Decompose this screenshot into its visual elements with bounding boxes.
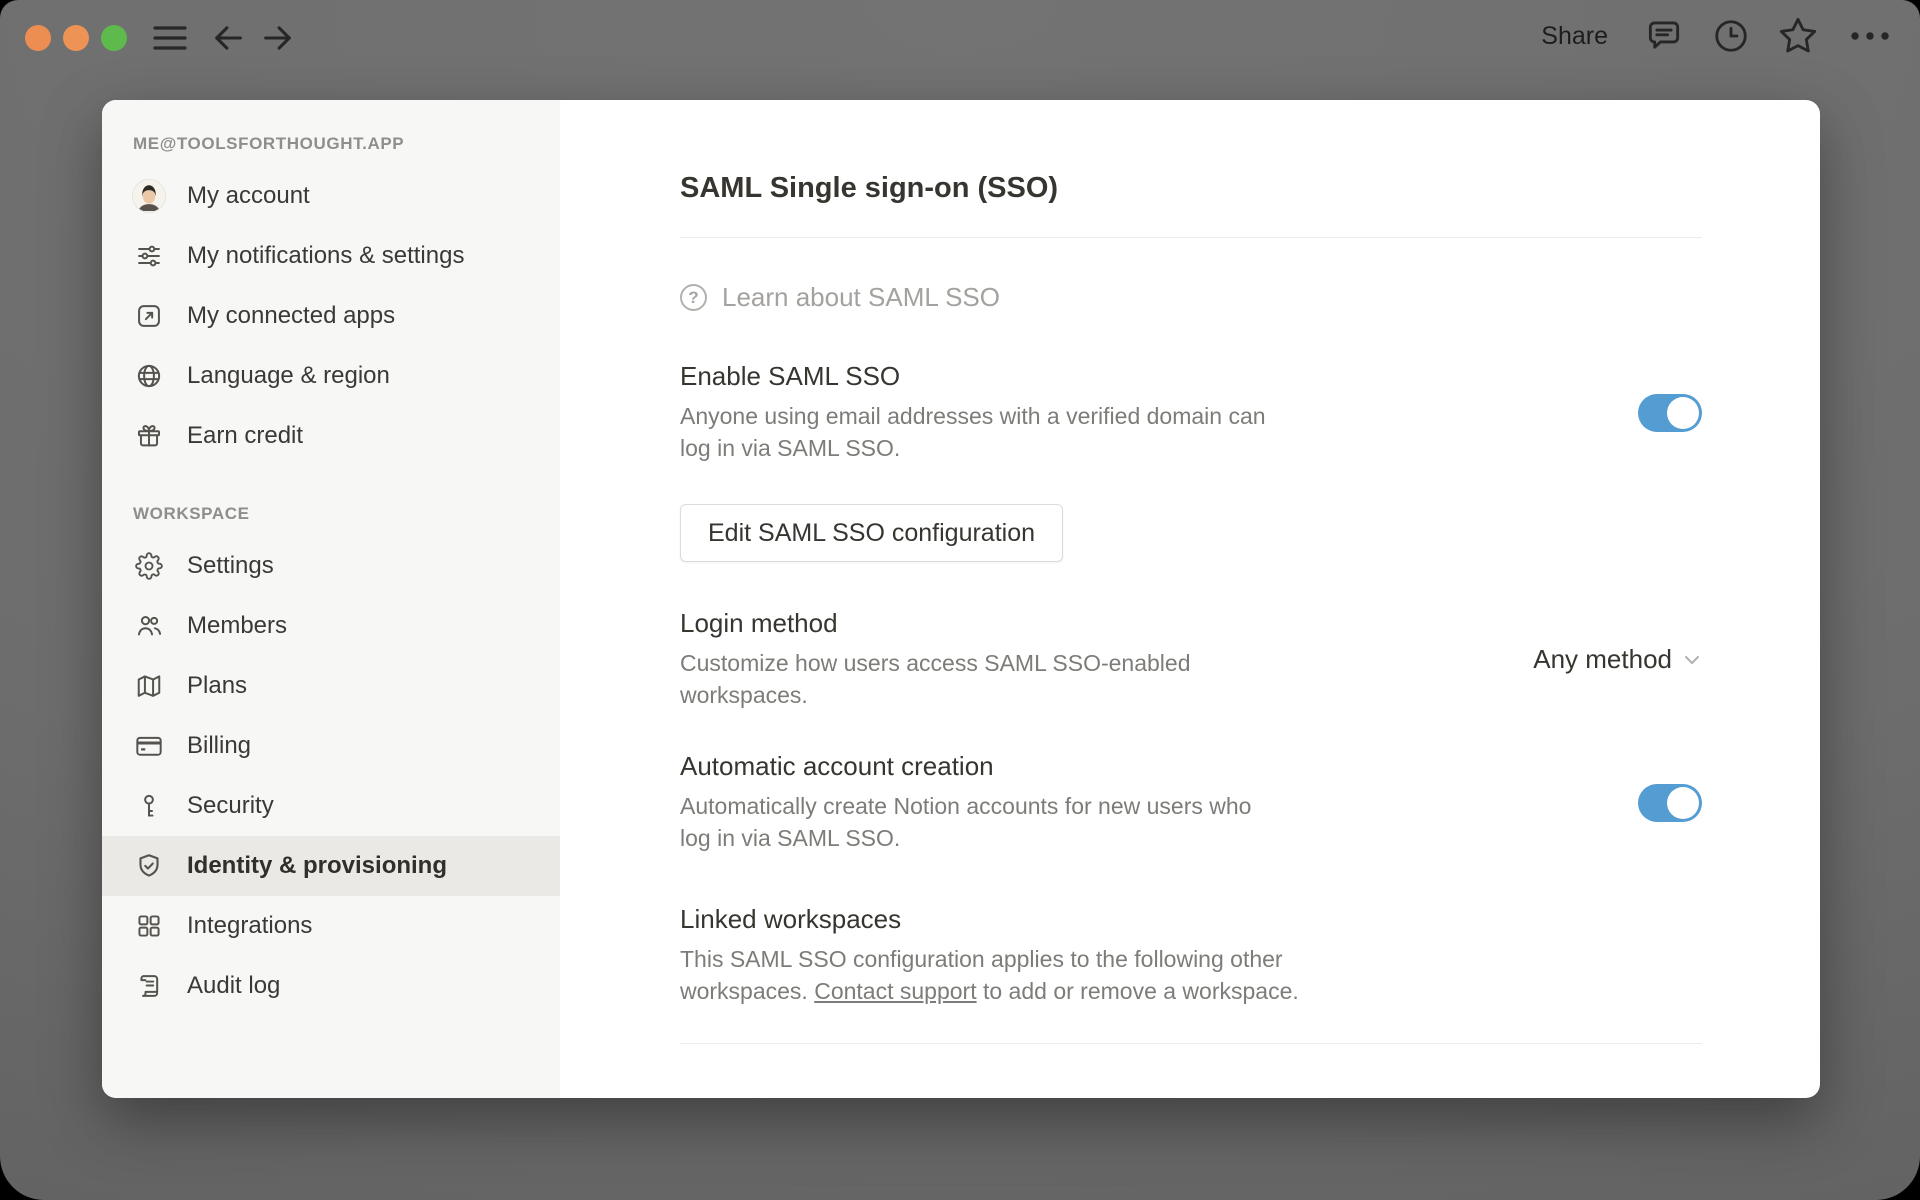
sidebar-item-label: My account xyxy=(187,182,310,209)
credit-card-icon xyxy=(133,730,165,762)
sidebar-item-label: My notifications & settings xyxy=(187,242,465,269)
sliders-icon xyxy=(133,240,165,272)
comment-icon[interactable] xyxy=(1644,17,1684,55)
toggle-knob xyxy=(1667,396,1699,429)
sidebar-item-label: Earn credit xyxy=(187,422,304,449)
contact-support-link[interactable]: Contact support xyxy=(814,978,976,1004)
sidebar-item-audit-log[interactable]: Audit log xyxy=(102,956,560,1016)
enable-saml-description: Anyone using email addresses with a veri… xyxy=(680,403,1266,461)
sidebar-item-label: Plans xyxy=(187,672,248,699)
login-method-section: Login method Customize how users access … xyxy=(680,608,1702,711)
sidebar-item-billing[interactable]: Billing xyxy=(102,716,560,776)
key-icon xyxy=(133,790,165,822)
shield-check-icon xyxy=(133,850,165,882)
audit-log-icon xyxy=(133,970,165,1002)
sidebar-item-language-region[interactable]: Language & region xyxy=(102,346,560,406)
zoom-window-button[interactable] xyxy=(101,25,127,51)
auto-account-toggle[interactable] xyxy=(1638,783,1702,822)
hamburger-menu-icon[interactable] xyxy=(153,24,187,52)
sidebar-item-label: My connected apps xyxy=(187,302,396,329)
settings-sidebar: ME@TOOLSFORTHOUGHT.APP My account My not… xyxy=(102,100,560,1098)
window-toolbar-right: Share xyxy=(1541,16,1894,56)
traffic-lights xyxy=(25,25,127,51)
sidebar-item-earn-credit[interactable]: Earn credit xyxy=(102,406,560,466)
chevron-down-icon xyxy=(1682,653,1702,667)
linked-workspaces-description: This SAML SSO configuration applies to t… xyxy=(680,943,1300,1007)
sidebar-item-identity-provisioning[interactable]: Identity & provisioning xyxy=(102,836,560,896)
user-avatar xyxy=(133,180,165,212)
sidebar-item-label: Members xyxy=(187,612,288,639)
description-after-link: to add or remove a workspace. xyxy=(976,978,1299,1004)
sidebar-item-members[interactable]: Members xyxy=(102,596,560,656)
help-circle-icon: ? xyxy=(680,284,707,311)
sidebar-item-notifications-settings[interactable]: My notifications & settings xyxy=(102,226,560,286)
login-method-dropdown[interactable]: Any method xyxy=(1533,644,1702,675)
sidebar-item-label: Audit log xyxy=(187,972,281,999)
learn-link-label: Learn about SAML SSO xyxy=(722,282,1000,312)
star-icon[interactable] xyxy=(1778,16,1818,56)
sidebar-item-plans[interactable]: Plans xyxy=(102,656,560,716)
settings-modal: ME@TOOLSFORTHOUGHT.APP My account My not… xyxy=(102,100,1820,1098)
auto-account-heading: Automatic account creation xyxy=(680,751,994,781)
gear-icon xyxy=(133,550,165,582)
bottom-divider xyxy=(680,1043,1702,1044)
linked-workspaces-heading: Linked workspaces xyxy=(680,904,902,934)
sidebar-item-label: Settings xyxy=(187,552,274,579)
page-title: SAML Single sign-on (SSO) xyxy=(680,172,1059,204)
sidebar-item-my-account[interactable]: My account xyxy=(102,166,560,226)
login-method-heading: Login method xyxy=(680,608,838,638)
sidebar-item-connected-apps[interactable]: My connected apps xyxy=(102,286,560,346)
toggle-knob xyxy=(1667,786,1699,819)
sidebar-item-security[interactable]: Security xyxy=(102,776,560,836)
arrow-up-right-box-icon xyxy=(133,300,165,332)
enable-saml-section: Enable SAML SSO Anyone using email addre… xyxy=(680,361,1702,464)
minimize-window-button[interactable] xyxy=(63,25,89,51)
members-icon xyxy=(133,610,165,642)
sidebar-item-label: Security xyxy=(187,792,274,819)
macos-window: Share ME@TOOLSFORTHOUGHT.APP My account … xyxy=(0,0,1920,1200)
login-method-description: Customize how users access SAML SSO-enab… xyxy=(680,650,1191,708)
learn-about-saml-link[interactable]: ? Learn about SAML SSO xyxy=(680,282,1702,313)
workspace-section-title: WORKSPACE xyxy=(133,504,250,523)
linked-workspaces-section: Linked workspaces This SAML SSO configur… xyxy=(680,904,1702,1007)
sidebar-item-label: Identity & provisioning xyxy=(187,852,448,879)
grid-icon xyxy=(133,910,165,942)
title-divider xyxy=(680,237,1702,238)
edit-saml-config-button[interactable]: Edit SAML SSO configuration xyxy=(680,504,1064,562)
globe-icon xyxy=(133,360,165,392)
sidebar-item-label: Billing xyxy=(187,732,252,759)
enable-saml-heading: Enable SAML SSO xyxy=(680,361,901,391)
map-icon xyxy=(133,670,165,702)
ellipsis-icon[interactable] xyxy=(1846,17,1894,55)
gift-icon xyxy=(133,420,165,452)
clock-icon[interactable] xyxy=(1712,17,1750,55)
auto-account-description: Automatically create Notion accounts for… xyxy=(680,793,1252,851)
sidebar-item-label: Language & region xyxy=(187,362,390,389)
sidebar-item-integrations[interactable]: Integrations xyxy=(102,896,560,956)
back-arrow-icon[interactable] xyxy=(210,20,246,56)
sidebar-item-settings[interactable]: Settings xyxy=(102,536,560,596)
account-section-title: ME@TOOLSFORTHOUGHT.APP xyxy=(133,134,405,153)
auto-account-section: Automatic account creation Automatically… xyxy=(680,751,1702,854)
forward-arrow-icon[interactable] xyxy=(260,20,296,56)
enable-saml-toggle[interactable] xyxy=(1638,393,1702,432)
login-method-value: Any method xyxy=(1533,644,1672,674)
close-window-button[interactable] xyxy=(25,25,51,51)
sidebar-item-label: Integrations xyxy=(187,912,313,939)
saml-settings-pane: SAML Single sign-on (SSO) ? Learn about … xyxy=(560,100,1820,1098)
share-button[interactable]: Share xyxy=(1541,22,1616,51)
